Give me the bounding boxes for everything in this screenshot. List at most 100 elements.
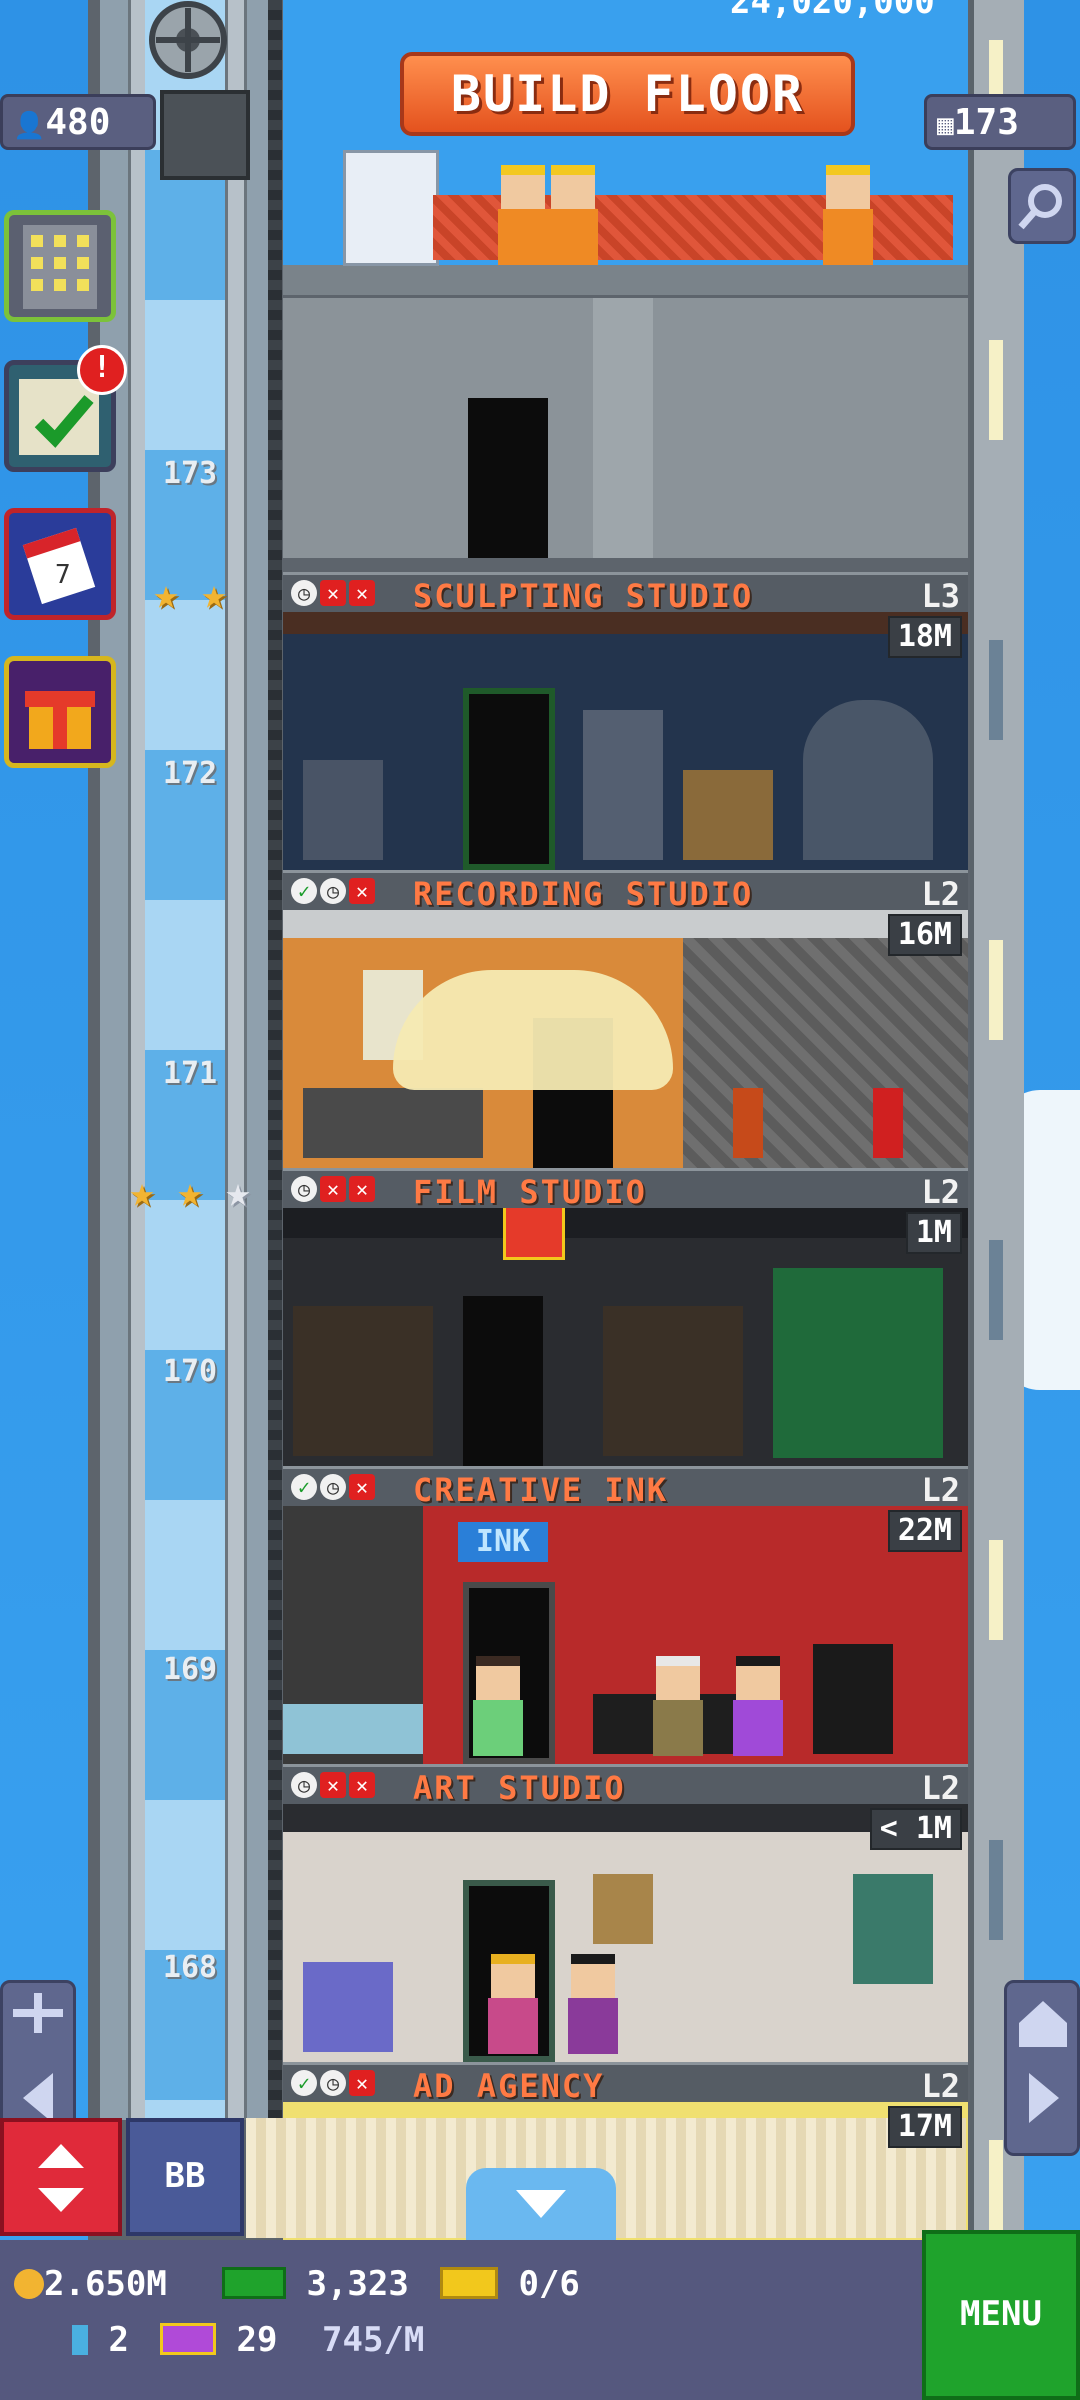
floor-level: L3	[921, 577, 960, 615]
x-icon: ✕	[320, 1772, 346, 1798]
floor-name: SCULPTING STUDIO	[413, 577, 754, 615]
income-rate: 745/M	[322, 2320, 425, 2360]
missions-button[interactable]: !	[4, 345, 127, 472]
cash-icon	[222, 2267, 286, 2299]
tenant[interactable]	[473, 1656, 523, 1756]
home-right-icon	[1019, 2001, 1067, 2123]
clock-icon: ◷	[320, 1474, 346, 1500]
vip-display[interactable]: 29	[160, 2320, 277, 2360]
x-icon: ✕	[349, 1474, 375, 1500]
empty-floor	[283, 298, 968, 558]
floor-header: ✓ ◷ ✕ RECORDING STUDIO L2	[283, 870, 968, 913]
star-empty-icon: ★	[225, 1167, 251, 1216]
gift-icon	[25, 691, 95, 749]
elevator-car[interactable]	[160, 90, 250, 180]
check-icon: ✓	[291, 878, 317, 904]
x-icon: ✕	[349, 878, 375, 904]
floor-name: CREATIVE INK	[413, 1471, 669, 1509]
collapse-tab[interactable]	[466, 2168, 616, 2240]
x-icon: ✕	[349, 1176, 375, 1202]
build-floor-button[interactable]: BUILD FLOOR	[400, 52, 855, 136]
floor-number: 171	[162, 1056, 218, 1091]
floor-level: L2	[921, 2067, 960, 2105]
income-badge: < 1M	[869, 1808, 962, 1850]
floor-level: L2	[921, 1173, 960, 1211]
tenant[interactable]	[733, 1656, 783, 1756]
door	[463, 688, 555, 870]
construction-worker	[548, 165, 598, 265]
building-icon: ▦	[937, 108, 954, 141]
tenant[interactable]	[653, 1656, 703, 1756]
floor-name: ART STUDIO	[413, 1769, 626, 1807]
chevron-down-icon	[516, 2190, 566, 2218]
construction-crate	[343, 150, 439, 266]
population-counter[interactable]: 👤480	[0, 94, 156, 150]
clock-icon: ◷	[320, 2070, 346, 2096]
clock-icon: ◷	[291, 580, 317, 606]
x-icon: ✕	[349, 1772, 375, 1798]
construction-worker	[823, 165, 873, 265]
floor-number: 172	[162, 756, 218, 791]
floor-name: RECORDING STUDIO	[413, 875, 754, 913]
room-interior: 1M	[283, 1208, 968, 1466]
construction-worker	[498, 165, 548, 265]
tower-overview-button[interactable]	[4, 210, 116, 322]
construction-floor	[283, 0, 968, 295]
parachute-gift[interactable]	[393, 970, 673, 1090]
ticket-icon	[440, 2267, 498, 2299]
clock-icon: ◷	[291, 1772, 317, 1798]
tickets-display[interactable]: 0/6	[440, 2264, 580, 2304]
key-icon	[72, 2325, 88, 2355]
income-badge: 1M	[905, 1212, 962, 1254]
income-badge: 17M	[887, 2106, 962, 2148]
floor-level: L2	[921, 1471, 960, 1509]
elevator-pulley-icon	[138, 0, 238, 100]
tenant[interactable]	[568, 1954, 618, 2054]
menu-button[interactable]: MENU	[922, 2230, 1080, 2400]
room-interior: 18M	[283, 612, 968, 870]
floor-number: 173	[162, 456, 218, 491]
floor-level: L2	[921, 1769, 960, 1807]
floor-header: ✓ ◷ ✕ AD AGENCY L2	[283, 2062, 968, 2105]
parachute-gift-box[interactable]	[503, 1208, 565, 1260]
check-icon: ✓	[291, 1474, 317, 1500]
clock-icon: ◷	[320, 878, 346, 904]
bux-display[interactable]: 3,323	[222, 2264, 409, 2304]
status-bar: 2.650M 3,323 0/6 2 29 745/M	[0, 2240, 1080, 2400]
star-icon: ★	[129, 1167, 155, 1216]
bitbook-button[interactable]: BB	[126, 2118, 244, 2236]
floor-name: FILM STUDIO	[413, 1173, 647, 1211]
x-icon: ✕	[349, 580, 375, 606]
elevator-button[interactable]	[0, 2118, 122, 2236]
floor-header: ◷ ✕ ✕ ART STUDIO L2	[283, 1764, 968, 1807]
floor-header: ✓ ◷ ✕ CREATIVE INK L2	[283, 1466, 968, 1509]
room-interior: 22M INK	[283, 1506, 968, 1764]
calendar-button[interactable]: 7	[4, 508, 116, 620]
check-icon: ✓	[291, 2070, 317, 2096]
floor-number: 168	[162, 1950, 218, 1985]
up-down-arrows-icon	[38, 2144, 84, 2212]
svg-text:7: 7	[55, 560, 71, 590]
income-badge: 16M	[887, 914, 962, 956]
person-icon: 👤	[13, 111, 46, 141]
income-badge: 18M	[887, 616, 962, 658]
floor-counter[interactable]: ▦173	[924, 94, 1076, 150]
star-icon: ★	[177, 1167, 203, 1216]
magnifier-icon[interactable]	[1008, 168, 1076, 244]
floor-name: AD AGENCY	[413, 2067, 605, 2105]
gift-button[interactable]	[4, 656, 116, 768]
x-icon: ✕	[320, 580, 346, 606]
next-tower-button[interactable]	[1004, 1980, 1080, 2156]
keys-display[interactable]: 2	[72, 2320, 129, 2360]
x-icon: ✕	[320, 1176, 346, 1202]
room-interior: 16M	[283, 910, 968, 1168]
x-icon: ✕	[349, 2070, 375, 2096]
floor-header: ◷ ✕ ✕ FILM STUDIO L2	[283, 1168, 968, 1211]
floor-level: L2	[921, 875, 960, 913]
tenant[interactable]	[488, 1954, 538, 2054]
coins-display[interactable]: 2.650M	[14, 2264, 167, 2304]
room-interior: < 1M	[283, 1804, 968, 2062]
door	[463, 1296, 543, 1466]
floor-header: ◷ ✕ ✕ SCULPTING STUDIO L3	[283, 572, 968, 615]
star-icon: ★	[201, 569, 227, 618]
